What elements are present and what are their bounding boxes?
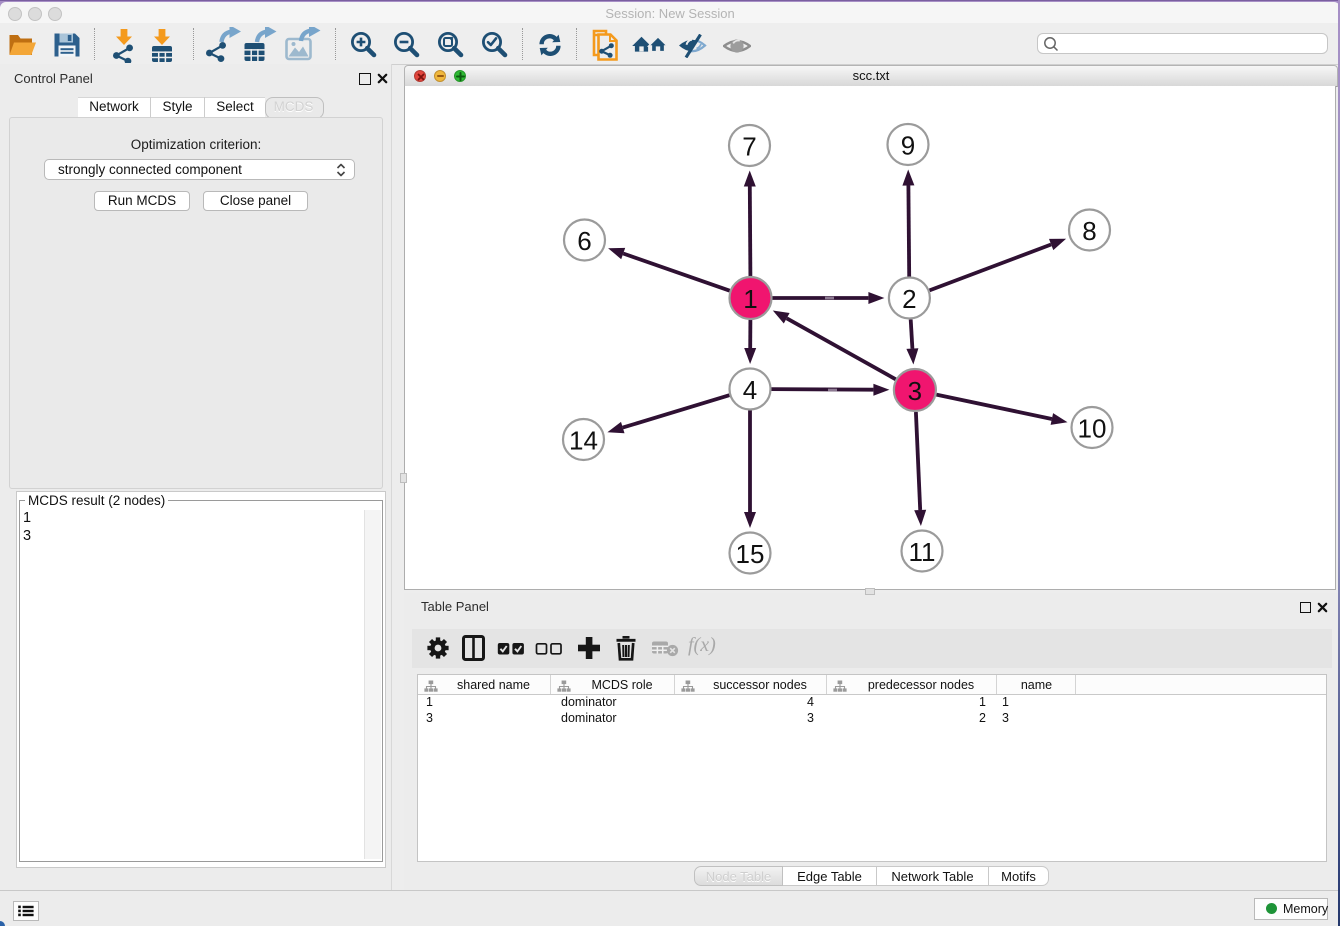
svg-text:14: 14: [569, 426, 598, 456]
svg-text:1: 1: [743, 284, 757, 314]
svg-text:8: 8: [1082, 216, 1096, 246]
svg-text:10: 10: [1078, 414, 1107, 444]
svg-text:7: 7: [742, 132, 756, 162]
svg-text:4: 4: [743, 375, 757, 405]
svg-text:3: 3: [908, 376, 922, 406]
svg-text:9: 9: [901, 131, 915, 161]
svg-text:6: 6: [577, 226, 591, 256]
svg-text:15: 15: [736, 539, 765, 569]
svg-text:2: 2: [902, 284, 916, 314]
svg-text:11: 11: [909, 537, 936, 567]
